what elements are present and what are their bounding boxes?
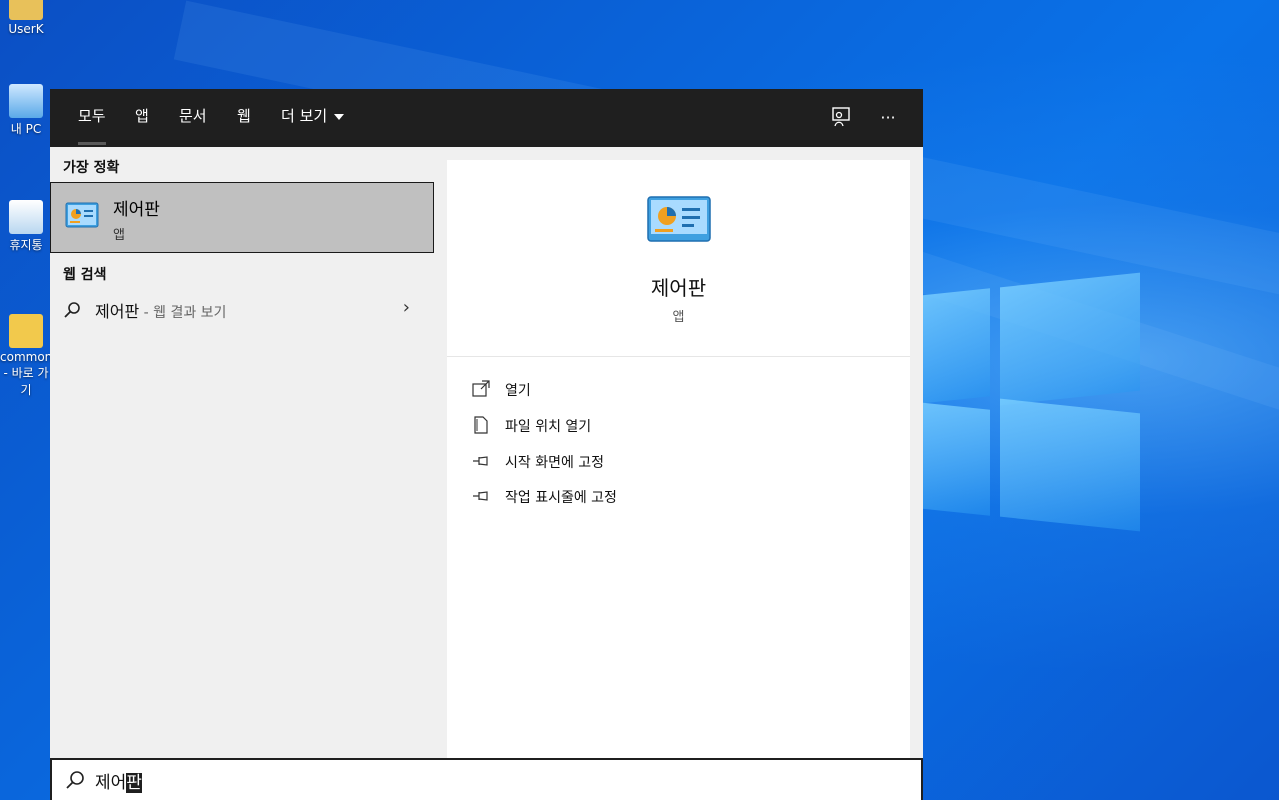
web-search-heading: 웹 검색: [63, 267, 107, 283]
web-result-hint: - 웹 결과 보기: [139, 305, 227, 321]
desktop-icon-label: 휴지통: [9, 238, 43, 252]
best-match-heading: 가장 정확: [63, 160, 120, 176]
result-detail-pane: 제어판 앱 열기 파일 위치 열기 시작 화면에 고정 작업 표시줄에 고정: [447, 160, 910, 800]
best-match-result[interactable]: 제어판 앱: [50, 182, 434, 253]
action-pin-to-taskbar[interactable]: 작업 표시줄에 고정: [471, 485, 771, 509]
desktop-icon-userk[interactable]: UserK: [0, 0, 52, 36]
best-match-title: 제어판: [113, 200, 160, 220]
tab-label: 앱: [135, 107, 149, 125]
detail-app-type: 앱: [672, 310, 685, 325]
caret-down-icon: [334, 113, 345, 120]
feedback-icon[interactable]: [829, 106, 853, 130]
action-open[interactable]: 열기: [471, 378, 771, 402]
detail-header: 제어판 앱: [447, 160, 910, 357]
folder-shortcut-icon: [9, 314, 43, 348]
windows-logo: [918, 270, 1143, 535]
action-label: 열기: [505, 383, 531, 399]
tab-label: 더 보기: [281, 107, 328, 125]
tab-all[interactable]: 모두: [78, 89, 106, 147]
typed-text: 제어: [95, 773, 127, 793]
action-label: 시작 화면에 고정: [505, 455, 605, 471]
composing-character: 판: [126, 773, 142, 793]
action-pin-to-start[interactable]: 시작 화면에 고정: [471, 450, 771, 474]
tab-label: 문서: [179, 107, 207, 125]
search-input[interactable]: 제어판: [50, 758, 923, 800]
search-icon: [66, 771, 84, 789]
desktop-icon-common-shortcut[interactable]: common - 바로 가기: [0, 314, 52, 398]
chevron-right-icon: ›: [402, 297, 410, 318]
search-icon: [64, 302, 80, 318]
user-folder-icon: [9, 0, 43, 20]
tab-label: 웹: [237, 107, 251, 125]
action-open-file-location[interactable]: 파일 위치 열기: [471, 414, 771, 438]
control-panel-icon: [65, 202, 99, 228]
search-panel: 모두 앱 문서 웹 더 보기 ··· 가장 정확 제어판 앱 웹 검색 제어판 …: [50, 89, 923, 800]
desktop-icon-label: UserK: [8, 22, 44, 36]
action-label: 파일 위치 열기: [505, 419, 592, 435]
more-options-icon[interactable]: ···: [876, 106, 900, 130]
tab-apps[interactable]: 앱: [135, 89, 149, 147]
search-input-text: 제어판: [95, 768, 142, 793]
control-panel-icon: [647, 196, 711, 242]
desktop-icon-recycle-bin[interactable]: 휴지통: [0, 200, 52, 253]
best-match-subtitle: 앱: [113, 228, 125, 243]
detail-app-name: 제어판: [650, 276, 707, 300]
tab-documents[interactable]: 문서: [179, 89, 207, 147]
computer-icon: [9, 84, 43, 118]
web-query-text: 제어판: [95, 302, 140, 321]
tab-web[interactable]: 웹: [237, 89, 251, 147]
recycle-bin-icon: [9, 200, 43, 234]
search-scope-bar: 모두 앱 문서 웹 더 보기 ···: [50, 89, 923, 147]
file-location-icon: [474, 416, 488, 434]
open-icon: [472, 380, 490, 397]
pin-icon: [473, 491, 488, 501]
desktop-icon-label: 내 PC: [10, 122, 42, 136]
desktop-icon-this-pc[interactable]: 내 PC: [0, 84, 52, 137]
tab-label: 모두: [78, 107, 106, 125]
tab-more[interactable]: 더 보기: [281, 89, 345, 147]
action-label: 작업 표시줄에 고정: [505, 490, 617, 506]
web-search-result[interactable]: 제어판 - 웹 결과 보기 ›: [50, 293, 432, 327]
pin-icon: [473, 456, 488, 466]
desktop-icon-label: common - 바로 가기: [0, 350, 53, 397]
